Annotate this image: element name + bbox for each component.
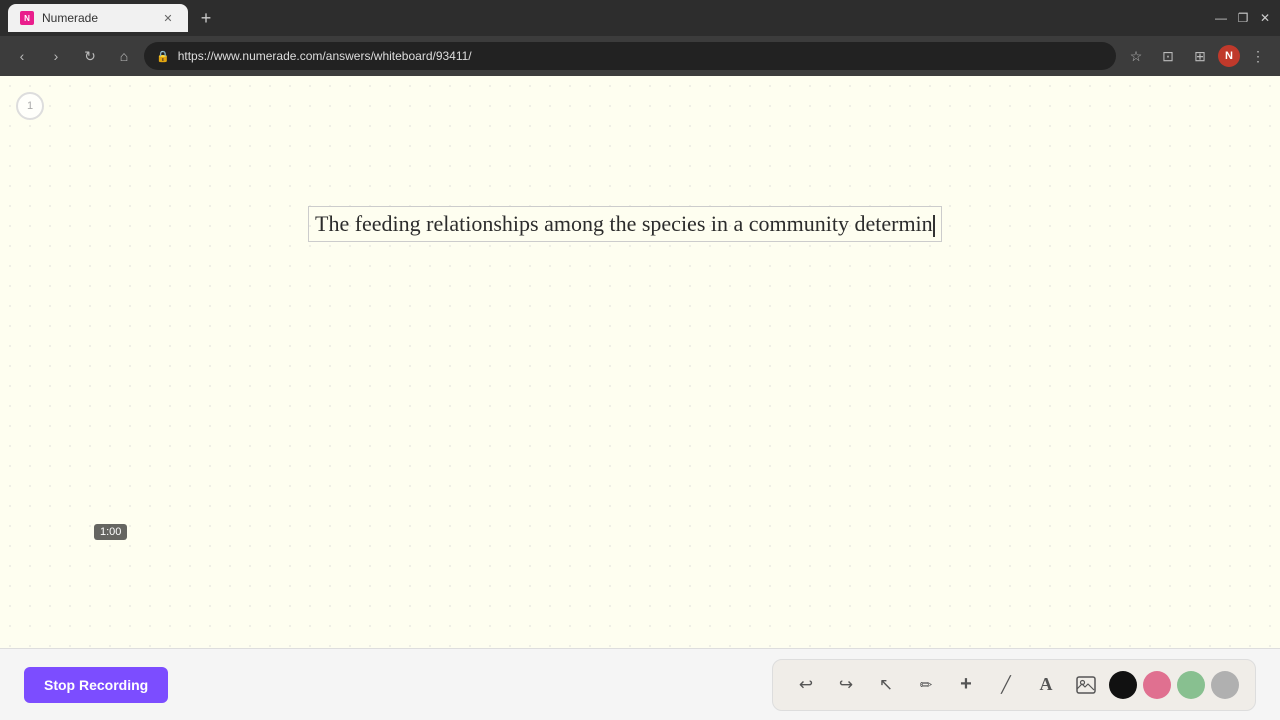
- tab-title: Numerade: [42, 11, 98, 25]
- text-tool-button[interactable]: A: [1029, 668, 1063, 702]
- back-button[interactable]: ‹: [8, 42, 36, 70]
- eraser-tool-button[interactable]: ╱: [989, 668, 1023, 702]
- redo-button[interactable]: ↪: [829, 668, 863, 702]
- screen-cast-button[interactable]: ⊡: [1154, 42, 1182, 70]
- new-tab-button[interactable]: +: [192, 4, 220, 32]
- profile-button[interactable]: N: [1218, 45, 1240, 67]
- color-gray-button[interactable]: [1211, 671, 1239, 699]
- color-green-button[interactable]: [1177, 671, 1205, 699]
- title-bar: N Numerade ✕ + — ❐ ✕: [0, 0, 1280, 36]
- window-controls: — ❐ ✕: [1214, 11, 1272, 25]
- whiteboard-text: The feeding relationships among the spec…: [308, 206, 942, 242]
- add-tool-button[interactable]: +: [949, 668, 983, 702]
- extensions-button[interactable]: ⊞: [1186, 42, 1214, 70]
- tab-favicon: N: [20, 11, 34, 25]
- pencil-tool-button[interactable]: ✏: [909, 668, 943, 702]
- browser-frame: N Numerade ✕ + — ❐ ✕ ‹ › ↻ ⌂ 🔒 https://w…: [0, 0, 1280, 720]
- active-tab[interactable]: N Numerade ✕: [8, 4, 188, 32]
- more-button[interactable]: ⋮: [1244, 42, 1272, 70]
- text-cursor: [933, 215, 935, 237]
- url-text: https://www.numerade.com/answers/whitebo…: [178, 49, 472, 63]
- stop-recording-button[interactable]: Stop Recording: [24, 667, 168, 703]
- lock-icon: 🔒: [156, 50, 170, 63]
- undo-button[interactable]: ↩: [789, 668, 823, 702]
- select-tool-button[interactable]: ↖: [869, 668, 903, 702]
- address-bar[interactable]: 🔒 https://www.numerade.com/answers/white…: [144, 42, 1116, 70]
- reload-button[interactable]: ↻: [76, 42, 104, 70]
- bookmark-button[interactable]: ☆: [1122, 42, 1150, 70]
- bottom-bar: Stop Recording ↩ ↪ ↖ ✏ + ╱ A: [0, 648, 1280, 720]
- color-pink-button[interactable]: [1143, 671, 1171, 699]
- nav-actions: ☆ ⊡ ⊞ N ⋮: [1122, 42, 1272, 70]
- whiteboard: 1 The feeding relationships among the sp…: [0, 76, 1280, 648]
- maximize-button[interactable]: ❐: [1236, 11, 1250, 25]
- page-number: 1: [16, 92, 44, 120]
- time-badge: 1:00: [94, 524, 127, 540]
- minimize-button[interactable]: —: [1214, 11, 1228, 25]
- home-button[interactable]: ⌂: [110, 42, 138, 70]
- close-button[interactable]: ✕: [1258, 11, 1272, 25]
- tab-close-button[interactable]: ✕: [160, 10, 176, 26]
- nav-bar: ‹ › ↻ ⌂ 🔒 https://www.numerade.com/answe…: [0, 36, 1280, 76]
- drawing-toolbar: ↩ ↪ ↖ ✏ + ╱ A: [772, 659, 1256, 711]
- tab-bar: N Numerade ✕ +: [8, 4, 1210, 32]
- color-black-button[interactable]: [1109, 671, 1137, 699]
- forward-button[interactable]: ›: [42, 42, 70, 70]
- image-tool-button[interactable]: [1069, 668, 1103, 702]
